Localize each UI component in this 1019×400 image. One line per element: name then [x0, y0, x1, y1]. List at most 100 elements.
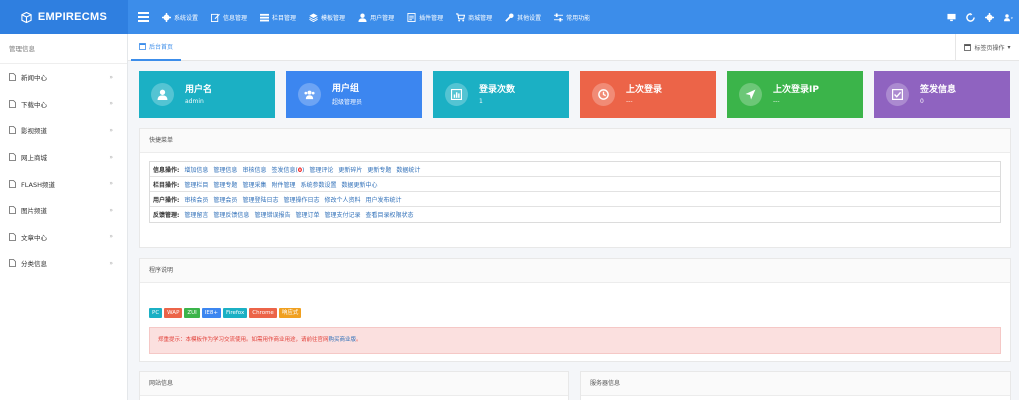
document-icon	[9, 206, 16, 215]
nav-label: 商城管理	[468, 14, 493, 22]
link-data-update-center[interactable]: 数据更新中心	[341, 180, 377, 189]
nav-label: 其他设置	[517, 14, 542, 22]
logo[interactable]: EMPIRECMS	[0, 0, 128, 34]
link-manage-info[interactable]: 管理信息	[213, 165, 237, 174]
link-manage-columns[interactable]: 管理栏目	[184, 180, 208, 189]
sidebar-item-shop[interactable]: 网上商城 »	[0, 144, 127, 171]
chevron-right-icon: »	[109, 233, 113, 241]
link-manage-feedback[interactable]: 管理反馈信息	[213, 210, 249, 219]
nav-label: 模板管理	[321, 14, 346, 22]
nav-label: 常用功能	[566, 14, 591, 22]
link-manage-messages[interactable]: 管理留言	[184, 210, 208, 219]
badge-ie8: IE8+	[201, 308, 222, 318]
refresh-icon[interactable]	[966, 12, 975, 22]
sidebar-item-classified[interactable]: 分类信息 »	[0, 250, 127, 277]
layers-icon	[309, 12, 318, 22]
sidebar-item-news[interactable]: 新闻中心 »	[0, 64, 127, 91]
chevron-right-icon: »	[109, 206, 113, 214]
edit-icon	[211, 13, 220, 22]
link-error-reports[interactable]: 管理错误报告	[254, 210, 290, 219]
nav-column-manage[interactable]: 栏目管理	[260, 0, 296, 34]
chevron-right-icon: »	[109, 126, 113, 134]
row-label: 信息操作:	[153, 166, 180, 174]
nav-common-functions[interactable]: 常用功能	[554, 0, 590, 34]
card-value: ---	[773, 97, 780, 105]
badge-responsive: 响应式	[278, 308, 302, 318]
link-add-info[interactable]: 增加信息	[184, 165, 208, 174]
panel-title: 快捷菜单	[140, 129, 1010, 153]
link-sign-info[interactable]: 签发信息(0)	[271, 165, 304, 174]
nav-system-settings[interactable]: 系统设置	[162, 0, 198, 34]
link-update-fragments[interactable]: 更新碎片	[338, 165, 362, 174]
link-data-stats[interactable]: 数据统计	[396, 165, 420, 174]
link-edit-profile[interactable]: 修改个人资料	[324, 195, 360, 204]
sidebar-item-article[interactable]: 文章中心 »	[0, 224, 127, 251]
row-label: 栏目操作:	[153, 181, 180, 189]
card-title: 用户名	[185, 84, 213, 95]
link-dir-permission[interactable]: 查看目录权限状态	[365, 210, 413, 219]
card-last-login: 上次登录 ---	[580, 71, 716, 118]
tab-operations-dropdown[interactable]: 标签页操作 ▾	[955, 34, 1019, 61]
nav-label: 信息管理	[223, 14, 248, 22]
server-info-panel: 服务器信息	[580, 371, 1011, 400]
link-manage-topics[interactable]: 管理专题	[213, 180, 237, 189]
nav-template-manage[interactable]: 模板管理	[309, 0, 345, 34]
card-value: ---	[626, 97, 633, 105]
quick-menu-row-feedback: 反馈管理: 管理留言 管理反馈信息 管理错误报告 管理订单 管理支付记录 查看目…	[150, 207, 1000, 222]
sidebar-item-flash[interactable]: FLASH频道 »	[0, 170, 127, 197]
link-payment-records[interactable]: 管理支付记录	[324, 210, 360, 219]
site-info-panel: 网站信息	[139, 371, 569, 400]
nav-label: 栏目管理	[272, 14, 297, 22]
link-update-topics[interactable]: 更新专题	[367, 165, 391, 174]
clock-icon	[598, 89, 609, 100]
checkbox-icon	[892, 89, 903, 100]
sidebar-item-download[interactable]: 下载中心 »	[0, 91, 127, 118]
wrench-icon	[505, 12, 514, 22]
link-login-log[interactable]: 管理登陆日志	[242, 195, 278, 204]
menu-toggle-button[interactable]	[137, 10, 150, 24]
chevron-right-icon: »	[109, 259, 113, 267]
sidebar-item-label: 图片频道	[21, 207, 47, 216]
link-manage-comments[interactable]: 管理评论	[309, 165, 333, 174]
nav-info-manage[interactable]: 信息管理	[211, 0, 247, 34]
row-label: 反馈管理:	[153, 212, 180, 219]
badge-pc: PC	[149, 308, 163, 318]
link-user-publish-stats[interactable]: 用户发布统计	[365, 195, 401, 204]
notice-suffix: 。	[356, 337, 362, 343]
tab-ops-label: 标签页操作	[974, 45, 1005, 52]
nav-user-manage[interactable]: 用户管理	[358, 0, 394, 34]
nav-other-settings[interactable]: 其他设置	[505, 0, 541, 34]
sidebar-item-picture[interactable]: 图片频道 »	[0, 197, 127, 224]
gear-icon	[162, 12, 171, 22]
link-manage-members[interactable]: 管理会员	[213, 195, 237, 204]
sidebar-item-label: 下载中心	[21, 100, 47, 109]
link-review-members[interactable]: 审核会员	[184, 195, 208, 204]
link-label: 签发信息	[271, 166, 296, 174]
buy-commercial-link[interactable]: 购买商业版	[329, 337, 357, 343]
link-system-params[interactable]: 系统参数设置	[300, 180, 336, 189]
link-attachments[interactable]: 附件管理	[271, 180, 295, 189]
tab-home[interactable]: 后台首页	[131, 34, 182, 61]
gear-icon[interactable]	[985, 12, 994, 22]
users-icon	[304, 90, 315, 100]
sidebar-item-movie[interactable]: 影视频道 »	[0, 117, 127, 144]
nav-mall-manage[interactable]: 商城管理	[456, 0, 492, 34]
row-label: 用户操作:	[153, 196, 180, 204]
link-manage-collect[interactable]: 管理采集	[242, 180, 266, 189]
link-operation-log[interactable]: 管理操作日志	[283, 195, 319, 204]
chart-icon	[451, 89, 462, 100]
tab-home-label: 后台首页	[149, 44, 174, 51]
sidebar-item-label: 分类信息	[21, 260, 47, 269]
top-right-tools	[947, 0, 1013, 34]
link-manage-orders[interactable]: 管理订单	[295, 210, 319, 219]
card-value: 1	[479, 97, 483, 105]
monitor-icon[interactable]	[947, 13, 956, 22]
user-menu-icon[interactable]	[1004, 13, 1013, 22]
sidebar-item-label: 影视频道	[21, 127, 47, 136]
link-review-info[interactable]: 审核信息	[242, 165, 266, 174]
card-value: 0	[920, 97, 924, 105]
card-title: 登录次数	[479, 84, 516, 95]
card-icon-circle	[151, 83, 174, 106]
nav-plugin-manage[interactable]: 插件管理	[407, 0, 443, 34]
user-icon	[358, 13, 367, 22]
